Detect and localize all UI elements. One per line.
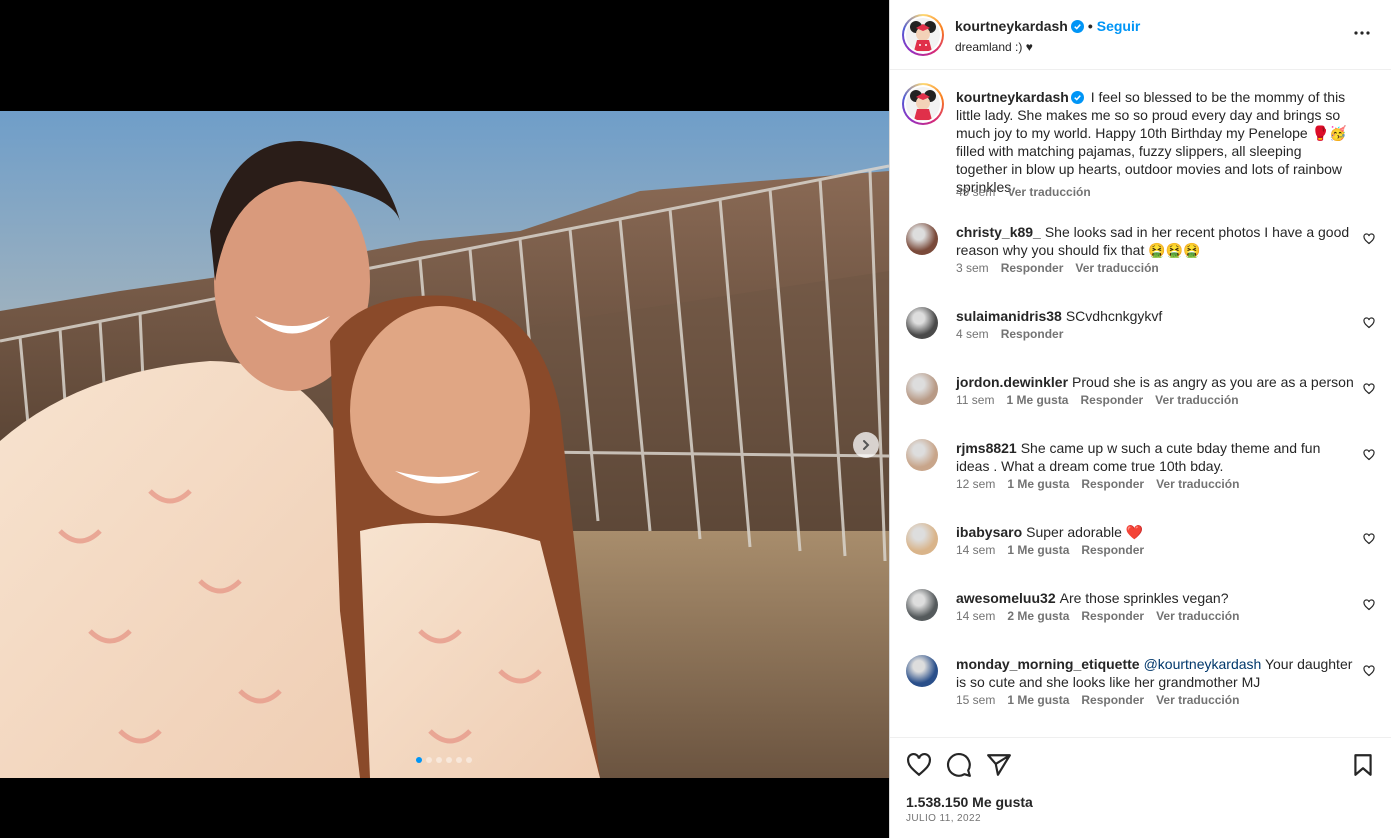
reply-button[interactable]: Responder	[1081, 693, 1144, 707]
verified-badge-icon	[1070, 20, 1084, 33]
comment-likes[interactable]: 1 Me gusta	[1007, 543, 1069, 557]
caption-translate-button[interactable]: Ver traducción	[1007, 185, 1090, 199]
commenter-avatar[interactable]	[906, 307, 938, 339]
post-photo[interactable]	[0, 111, 889, 778]
comment-text: Proud she is as angry as you are as a pe…	[1072, 374, 1354, 390]
caption-username[interactable]: kourtneykardash	[956, 89, 1069, 105]
comment-likes[interactable]: 2 Me gusta	[1007, 609, 1069, 623]
carousel-dot	[416, 757, 422, 763]
comment-like-heart-icon[interactable]	[1363, 533, 1375, 545]
commenter-username[interactable]: monday_morning_etiquette	[956, 656, 1140, 672]
caption-time[interactable]: 49 sem	[956, 185, 995, 199]
author-avatar[interactable]	[902, 14, 944, 56]
header-separator: •	[1087, 18, 1093, 34]
comment-time[interactable]: 12 sem	[956, 477, 995, 491]
comment-time[interactable]: 14 sem	[956, 543, 995, 557]
comment-like-heart-icon[interactable]	[1363, 317, 1375, 329]
commenter-avatar[interactable]	[906, 523, 938, 555]
comment-time[interactable]: 3 sem	[956, 261, 989, 275]
commenter-avatar[interactable]	[906, 655, 938, 687]
carousel-indicator	[416, 757, 472, 763]
carousel-dot	[446, 757, 452, 763]
translate-button[interactable]: Ver traducción	[1155, 393, 1238, 407]
translate-button[interactable]: Ver traducción	[1075, 261, 1158, 275]
post-actions-bar: 1.538.150 Me gusta JULIO 11, 2022	[890, 737, 1391, 838]
carousel-dot	[456, 757, 462, 763]
comment-text: Are those sprinkles vegan?	[1059, 590, 1229, 606]
carousel-next-button[interactable]	[853, 432, 879, 458]
commenter-avatar[interactable]	[906, 439, 938, 471]
translate-button[interactable]: Ver traducción	[1156, 477, 1239, 491]
reply-button[interactable]: Responder	[1081, 543, 1144, 557]
reply-button[interactable]: Responder	[1001, 327, 1064, 341]
comment-like-heart-icon[interactable]	[1363, 665, 1375, 677]
commenter-username[interactable]: christy_k89_	[956, 224, 1041, 240]
comment-like-heart-icon[interactable]	[1363, 449, 1375, 461]
translate-button[interactable]: Ver traducción	[1156, 609, 1239, 623]
heart-icon[interactable]	[906, 752, 932, 778]
comment-likes[interactable]: 1 Me gusta	[1007, 477, 1069, 491]
author-username[interactable]: kourtneykardash	[955, 18, 1068, 34]
comment-text: SCvdhcnkgykvf	[1065, 308, 1163, 324]
carousel-dot	[426, 757, 432, 763]
commenter-avatar[interactable]	[906, 589, 938, 621]
more-options-icon[interactable]	[1353, 24, 1371, 42]
comment-text: Super adorable ❤️	[1026, 524, 1144, 540]
minnie-avatar-icon	[910, 21, 936, 51]
reply-button[interactable]: Responder	[1080, 393, 1143, 407]
commenter-username[interactable]: jordon.dewinkler	[956, 374, 1068, 390]
comment-mention[interactable]: @kourtneykardash	[1144, 656, 1262, 672]
comment-like-heart-icon[interactable]	[1363, 599, 1375, 611]
comment-time[interactable]: 4 sem	[956, 327, 989, 341]
post-caption: kourtneykardash I feel so blessed to be …	[890, 71, 1391, 211]
comment-like-heart-icon[interactable]	[1363, 383, 1375, 395]
commenter-username[interactable]: rjms8821	[956, 440, 1017, 456]
likes-count[interactable]: 1.538.150 Me gusta	[906, 794, 1033, 810]
minnie-avatar-icon	[910, 90, 936, 120]
post-header: kourtneykardash • Seguir dreamland :) ♥	[890, 0, 1391, 70]
commenter-avatar[interactable]	[906, 373, 938, 405]
photo-illustration	[0, 111, 889, 778]
comment-like-heart-icon[interactable]	[1363, 233, 1375, 245]
carousel-dot	[436, 757, 442, 763]
comment-time[interactable]: 11 sem	[956, 393, 994, 407]
commenter-avatar[interactable]	[906, 223, 938, 255]
save-bookmark-icon[interactable]	[1350, 752, 1376, 778]
translate-button[interactable]: Ver traducción	[1156, 693, 1239, 707]
post-side-panel: kourtneykardash •Seguir dreamland :) ♥	[889, 0, 1391, 838]
comments-list[interactable]: kourtneykardash I feel so blessed to be …	[890, 71, 1391, 736]
comment-likes[interactable]: 1 Me gusta	[1007, 693, 1069, 707]
commenter-username[interactable]: sulaimanidris38	[956, 308, 1062, 324]
caption-author-avatar[interactable]	[902, 83, 944, 125]
reply-button[interactable]: Responder	[1081, 477, 1144, 491]
chevron-right-icon	[863, 440, 870, 450]
commenter-username[interactable]: ibabysaro	[956, 524, 1022, 540]
verified-badge-icon	[1070, 91, 1084, 104]
reply-button[interactable]: Responder	[1001, 261, 1064, 275]
post-date[interactable]: JULIO 11, 2022	[906, 813, 981, 824]
comment-likes[interactable]: 1 Me gusta	[1006, 393, 1068, 407]
post-media-area	[0, 0, 889, 838]
carousel-dot	[466, 757, 472, 763]
share-icon[interactable]	[986, 752, 1012, 778]
commenter-username[interactable]: awesomeluu32	[956, 590, 1056, 606]
post-location[interactable]: dreamland :) ♥	[955, 40, 1033, 54]
follow-button[interactable]: Seguir	[1097, 18, 1141, 34]
reply-button[interactable]: Responder	[1081, 609, 1144, 623]
comment-icon[interactable]	[946, 752, 972, 778]
comment-time[interactable]: 14 sem	[956, 609, 995, 623]
comment-time[interactable]: 15 sem	[956, 693, 995, 707]
